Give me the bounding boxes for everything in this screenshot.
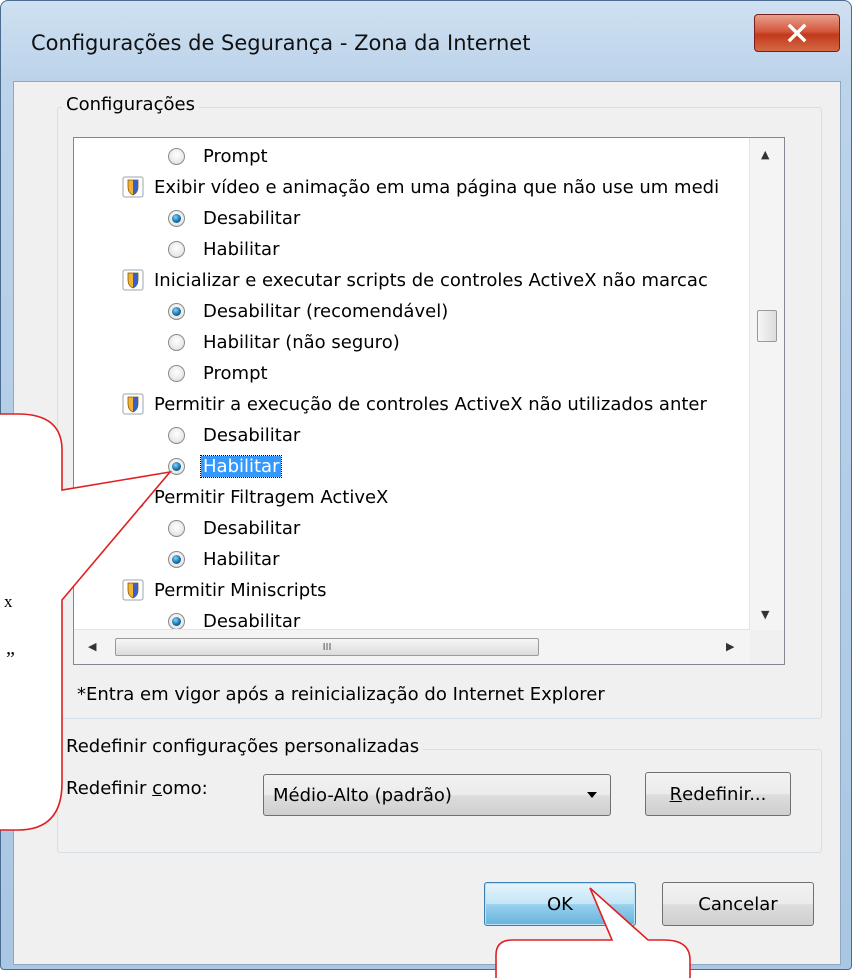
reset-button-label: edefinir... [682,783,767,805]
settings-category: Inicializar e executar scripts de contro… [122,264,708,296]
horizontal-scroll-thumb[interactable]: III [115,638,539,656]
reset-button[interactable]: Redefinir... [645,772,791,816]
settings-category: Permitir Filtragem ActiveX [122,481,388,513]
cancel-button[interactable]: Cancelar [662,882,814,926]
radio-unchecked-icon[interactable] [168,147,185,165]
setting-option[interactable]: Desabilitar [168,202,300,234]
setting-option[interactable]: Desabilitar (recomendável) [168,295,448,327]
window-title: Configurações de Segurança - Zona da Int… [31,31,531,55]
reset-group-label: Redefinir configurações personalizadas [62,736,424,757]
setting-option-label: Desabilitar (recomendável) [203,300,449,322]
setting-option-label: Desabilitar [203,424,301,446]
security-level-value: Médio-Alto (padrão) [273,785,452,806]
close-icon [787,23,807,43]
settings-category-icon [122,486,144,508]
radio-checked-icon[interactable] [168,550,185,568]
settings-category: Exibir vídeo e animação em uma página qu… [122,171,719,203]
setting-option-label: Habilitar [203,238,280,260]
setting-option[interactable]: Desabilitar [168,512,300,544]
setting-option[interactable]: Desabilitar [168,605,300,630]
setting-option[interactable]: Habilitar [168,233,279,265]
title-bar[interactable]: Configurações de Segurança - Zona da Int… [1,1,851,79]
setting-option-label: Prompt [203,145,268,167]
scroll-grip: III [322,641,332,653]
setting-option[interactable]: Habilitar [168,450,283,482]
scroll-left-icon[interactable]: ◀ [88,640,96,653]
setting-option[interactable]: Habilitar (não seguro) [168,326,400,358]
settings-group-label: Configurações [62,94,199,115]
setting-option-label: Habilitar [199,454,283,478]
horizontal-scrollbar[interactable]: ◀ III ▶ [74,629,750,664]
scrollbar-corner [750,630,784,664]
radio-checked-icon[interactable] [168,209,185,227]
scroll-right-icon[interactable]: ▶ [726,640,734,653]
settings-category: Permitir a execução de controles ActiveX… [122,388,707,420]
chevron-down-icon [587,792,597,798]
radio-checked-icon[interactable] [168,612,185,630]
reset-button-accelerator: R [669,783,683,805]
reset-as-accelerator: c [152,778,163,799]
ok-button-label: OK [547,893,573,915]
vertical-scroll-thumb[interactable] [757,310,777,342]
restart-note: *Entra em vigor após a reinicialização d… [77,684,605,705]
settings-category: Permitir Miniscripts [122,574,327,606]
setting-option[interactable]: Prompt [168,357,268,389]
settings-category-icon [122,579,144,601]
radio-unchecked-icon[interactable] [168,333,185,351]
settings-category-label: Exibir vídeo e animação em uma página qu… [154,176,720,198]
settings-category-label: Permitir Miniscripts [154,579,327,601]
scroll-up-icon[interactable]: ▲ [761,148,769,161]
settings-category-icon [122,393,144,415]
callout-fragment-quote: ” [6,648,15,670]
setting-option[interactable]: Desabilitar [168,419,300,451]
setting-option[interactable]: Habilitar [168,543,279,575]
reset-as-label: Redefinir como: [66,778,208,799]
close-button[interactable] [754,14,840,52]
settings-category-icon [122,176,144,198]
settings-category-label: Inicializar e executar scripts de contro… [154,269,708,291]
radio-unchecked-icon[interactable] [168,364,185,382]
cancel-button-label: Cancelar [698,893,778,915]
setting-option-label: Desabilitar [203,610,301,631]
radio-unchecked-icon[interactable] [168,519,185,537]
radio-unchecked-icon[interactable] [168,426,185,444]
ok-button[interactable]: OK [484,882,636,926]
radio-checked-icon[interactable] [168,302,185,320]
settings-category-icon [122,269,144,291]
setting-option[interactable]: Prompt [168,140,268,172]
security-level-dropdown[interactable]: Médio-Alto (padrão) [263,774,611,816]
setting-option-label: Desabilitar [203,207,301,229]
settings-list[interactable]: Prompt Exibir vídeo e animação em uma pág… [73,137,785,665]
setting-option-label: Desabilitar [203,517,301,539]
setting-option-label: Habilitar [203,548,280,570]
reset-as-text-end: omo: [162,778,208,799]
settings-category-label: Permitir Filtragem ActiveX [154,486,389,508]
radio-checked-icon[interactable] [168,457,185,475]
callout-fragment-x: x [4,592,13,611]
settings-list-content: Prompt Exibir vídeo e animação em uma pág… [74,138,750,630]
settings-category-label: Permitir a execução de controles ActiveX… [154,393,707,415]
setting-option-label: Habilitar (não seguro) [203,331,400,353]
vertical-scrollbar[interactable]: ▲ ▼ [749,138,784,630]
setting-option-label: Prompt [203,362,268,384]
radio-unchecked-icon[interactable] [168,240,185,258]
scroll-down-icon[interactable]: ▼ [761,608,769,621]
reset-as-text: Redefinir [66,778,153,799]
